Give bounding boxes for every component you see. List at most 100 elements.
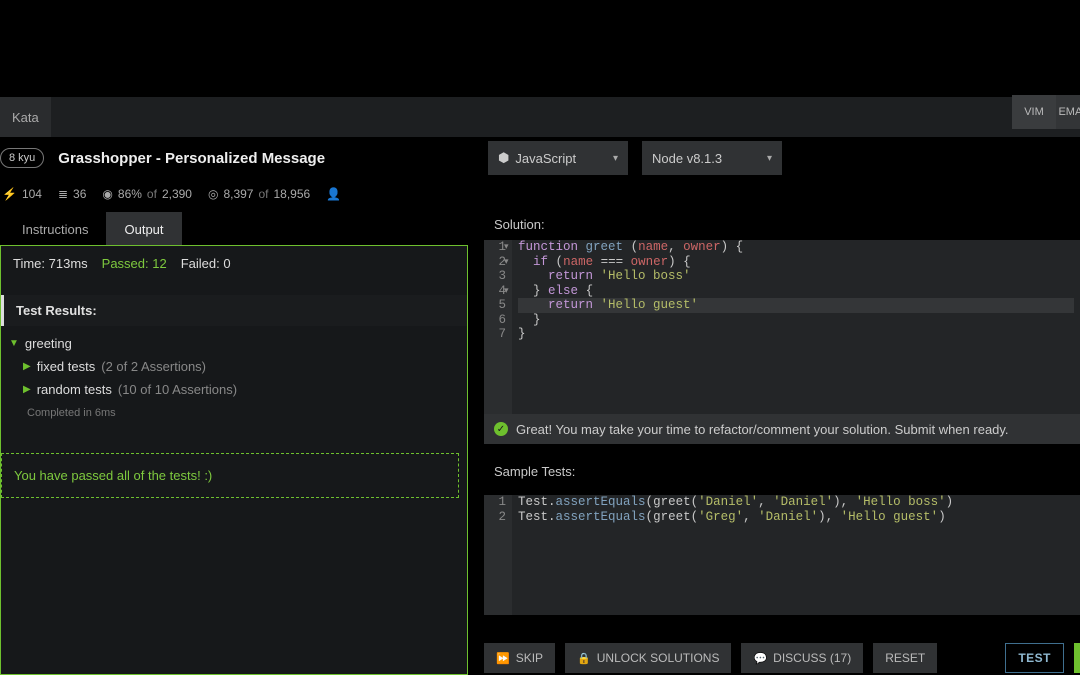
comments-icon: 💬 (753, 652, 767, 665)
test-results-tree: ▼ greeting ▶ fixed tests (2 of 2 Asserti… (1, 326, 467, 425)
code-token: else (548, 284, 578, 298)
unlock-button-label: UNLOCK SOLUTIONS (597, 651, 720, 665)
stat-completed-value: 8,397 (223, 187, 253, 201)
tab-instructions[interactable]: Instructions (4, 214, 106, 245)
code-token: 'Hello guest' (601, 298, 699, 312)
stat-of-label: of (258, 187, 268, 201)
code-token: greet (653, 510, 691, 524)
solution-editor[interactable]: 1234567 ▾ ▾ ▾ function greet (name, owne… (484, 240, 1080, 414)
success-banner: ✓ Great! You may take your time to refac… (484, 414, 1080, 444)
status-failed: Failed: 0 (181, 256, 231, 271)
sample-gutter: 12 (484, 495, 512, 615)
code-token: 'Hello boss' (856, 495, 946, 509)
language-dropdown-label: JavaScript (515, 151, 576, 166)
code-token: function (518, 240, 578, 254)
code-token: owner (683, 240, 721, 254)
discuss-button-label: DISCUSS (17) (773, 651, 851, 665)
code-token: name (638, 240, 668, 254)
target-icon: ◎ (208, 187, 218, 201)
breadcrumb[interactable]: Kata (0, 97, 51, 137)
suite-row[interactable]: ▼ greeting (9, 332, 459, 355)
test-button[interactable]: TEST (1005, 643, 1064, 673)
kyu-badge: 8 kyu (0, 148, 44, 168)
code-token: 'Daniel' (773, 495, 833, 509)
runtime-dropdown[interactable]: Node v8.1.3 ▾ (642, 141, 782, 175)
fixed-tests-label: fixed tests (37, 359, 96, 374)
solution-header: Solution: (484, 209, 1080, 240)
kata-title-bar: 8 kyu Grasshopper - Personalized Message… (0, 137, 1080, 179)
code-token: assertEquals (556, 495, 646, 509)
stat-completed: ◎ 8,397 of 18,956 (208, 187, 310, 201)
caret-right-icon: ▶ (23, 361, 31, 372)
stat-collections: ≣ 36 (58, 187, 86, 201)
code-token: 'Daniel' (698, 495, 758, 509)
kata-title[interactable]: Grasshopper - Personalized Message (58, 150, 325, 167)
stat-completed-total: 18,956 (274, 187, 311, 201)
layers-icon: ≣ (58, 187, 68, 201)
caret-right-icon: ▶ (23, 384, 31, 395)
status-passed: Passed: 12 (102, 256, 167, 271)
vim-mode-button[interactable]: VIM (1012, 95, 1056, 129)
code-token: 'Hello guest' (841, 510, 939, 524)
code-token: if (533, 255, 548, 269)
tab-output[interactable]: Output (106, 212, 181, 245)
stat-satisfaction-total: 2,390 (162, 187, 192, 201)
fast-forward-icon: ⏩ (496, 652, 510, 665)
cube-icon: ⬢ (498, 150, 509, 166)
code-token: 'Greg' (698, 510, 743, 524)
caret-down-icon: ▼ (9, 338, 19, 349)
test-button-label: TEST (1018, 651, 1051, 665)
sample-tests-editor[interactable]: 12 Test.assertEquals(greet('Daniel', 'Da… (484, 495, 1080, 615)
stat-points-value: 104 (22, 187, 42, 201)
bolt-icon: ⚡ (2, 187, 17, 201)
discuss-button[interactable]: 💬 DISCUSS (17) (741, 643, 863, 673)
editor-mode-switch: VIM EMACS (1012, 95, 1080, 129)
test-status-line: Time: 713ms Passed: 12 Failed: 0 (1, 246, 467, 281)
code-token: name (563, 255, 593, 269)
sample-code-lines: Test.assertEquals(greet('Daniel', 'Danie… (514, 495, 1080, 524)
code-token: greet (653, 495, 691, 509)
stat-author[interactable]: 👤 (326, 187, 446, 201)
user-icon: 👤 (326, 187, 341, 201)
suite-name: greeting (25, 336, 72, 351)
lock-icon: 🔒 (577, 652, 591, 665)
action-button-bar: ⏩ SKIP 🔒 UNLOCK SOLUTIONS 💬 DISCUSS (17)… (484, 635, 1080, 675)
solution-code-lines: function greet (name, owner) { if (name … (514, 240, 1080, 342)
stat-satisfaction-pct: 86% (118, 187, 142, 201)
code-token: owner (631, 255, 669, 269)
all-tests-passed-box: You have passed all of the tests! :) (1, 453, 459, 498)
code-token: 'Daniel' (758, 510, 818, 524)
random-tests-row[interactable]: ▶ random tests (10 of 10 Assertions) (23, 378, 459, 401)
eye-icon: ◉ (102, 187, 112, 201)
chevron-down-icon: ▾ (613, 153, 618, 164)
reset-button[interactable]: RESET (873, 643, 937, 673)
stat-of-label: of (147, 187, 157, 201)
fold-marker-icon[interactable]: ▾ (504, 240, 509, 255)
skip-button-label: SKIP (516, 651, 543, 665)
fixed-tests-row[interactable]: ▶ fixed tests (2 of 2 Assertions) (23, 355, 459, 378)
completed-time: Completed in 6ms (27, 407, 459, 419)
random-tests-assertions: (10 of 10 Assertions) (118, 382, 237, 397)
stat-collections-value: 36 (73, 187, 86, 201)
test-results-header: Test Results: (1, 295, 467, 326)
check-circle-icon: ✓ (494, 422, 508, 436)
emacs-mode-button[interactable]: EMACS (1056, 95, 1080, 129)
stat-satisfaction: ◉ 86% of 2,390 (102, 187, 192, 201)
kata-stats-bar: ⚡ 104 ≣ 36 ◉ 86% of 2,390 ◎ 8,397 of 18,… (0, 179, 1080, 209)
fold-marker-icon[interactable]: ▾ (504, 284, 509, 299)
unlock-solutions-button[interactable]: 🔒 UNLOCK SOLUTIONS (565, 643, 731, 673)
submit-button-edge[interactable] (1074, 643, 1080, 673)
window-top-blackout (0, 0, 1080, 97)
chevron-down-icon: ▾ (767, 153, 772, 164)
code-token: assertEquals (556, 510, 646, 524)
reset-button-label: RESET (885, 651, 925, 665)
code-token: Test (518, 495, 548, 509)
runtime-dropdown-label: Node v8.1.3 (652, 151, 722, 166)
status-time: Time: 713ms (13, 256, 88, 271)
left-tabs: Instructions Output (0, 209, 468, 245)
fold-marker-icon[interactable]: ▾ (504, 255, 509, 270)
language-dropdown[interactable]: ⬢ JavaScript ▾ (488, 141, 628, 175)
code-token: return (548, 269, 593, 283)
random-tests-label: random tests (37, 382, 112, 397)
skip-button[interactable]: ⏩ SKIP (484, 643, 555, 673)
